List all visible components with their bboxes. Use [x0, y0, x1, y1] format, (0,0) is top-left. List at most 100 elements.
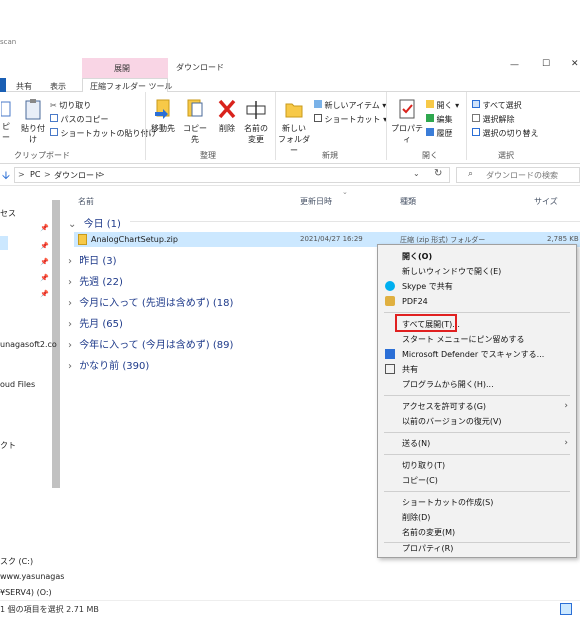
column-header-name[interactable]: 名前: [78, 196, 94, 207]
context-menu: 開く(O) 新しいウィンドウで開く(E) Skype で共有 PDF24 すべて…: [377, 244, 577, 558]
delete-button[interactable]: 削除: [214, 98, 240, 134]
paste-shortcut-button[interactable]: ショートカットの貼り付け: [50, 128, 157, 139]
column-header-size[interactable]: サイズ: [534, 196, 558, 207]
column-header-date[interactable]: 更新日時: [300, 196, 332, 207]
nav-item-cloud-files[interactable]: oud Files: [0, 380, 35, 389]
menu-item-label: 共有: [402, 365, 418, 374]
menu-item-label: スタート メニューにピン留めする: [402, 335, 525, 344]
defender-shield-icon: [385, 349, 395, 359]
rename-button[interactable]: 名前の 変更: [242, 98, 270, 145]
menu-item-open[interactable]: 開く(O): [378, 249, 576, 264]
shortcut-icon: [314, 114, 322, 122]
edit-label: 編集: [436, 115, 453, 124]
copy-path-button[interactable]: パスのコピー: [50, 114, 109, 125]
group-label: 昨日 (3): [79, 256, 117, 267]
menu-item-label: プロパティ(R): [402, 544, 454, 553]
pin-icon[interactable]: 📌: [40, 224, 49, 232]
nav-item-selected-bg[interactable]: [0, 236, 8, 250]
menu-item-skype-share[interactable]: Skype で共有: [378, 279, 576, 294]
nav-item-local-disk-c[interactable]: スク (C:): [0, 556, 33, 567]
invert-selection-icon: [472, 128, 480, 136]
new-folder-label-1: 新しい: [282, 124, 306, 133]
new-item-button[interactable]: 新しいアイテム ▾: [314, 100, 386, 111]
copy-to-button[interactable]: コピー先: [180, 98, 210, 145]
group-label: 今日 (1): [83, 219, 121, 230]
menu-item-cut[interactable]: 切り取り(T): [378, 458, 576, 473]
menu-item-open-with[interactable]: プログラムから開く(H)...: [378, 377, 576, 392]
rename-label-2: 変更: [248, 135, 264, 144]
address-separator-2: >: [44, 170, 51, 179]
nav-item-network-drive-o[interactable]: ¥SERV4) (O:): [0, 588, 52, 597]
nav-item-network-site[interactable]: unagasoft2.co: [0, 340, 57, 349]
menu-item-properties[interactable]: プロパティ(R): [378, 541, 576, 556]
menu-item-label: 以前のバージョンの復元(V): [402, 417, 502, 426]
paste-button[interactable]: 貼り付け: [18, 98, 48, 145]
move-to-button[interactable]: 移動先: [148, 98, 178, 134]
menu-item-restore-versions[interactable]: 以前のバージョンの復元(V): [378, 414, 576, 429]
nav-item-objects[interactable]: クト: [0, 440, 16, 451]
menu-item-share[interactable]: 共有: [378, 362, 576, 377]
ribbon-separator: [386, 92, 387, 160]
menu-item-pdf24[interactable]: PDF24: [378, 294, 576, 309]
menu-item-open-new-window[interactable]: 新しいウィンドウで開く(E): [378, 264, 576, 279]
pin-icon[interactable]: 📌: [40, 274, 49, 282]
group-header-last-month[interactable]: › 先月 (65): [68, 315, 123, 330]
menu-item-pin-to-start[interactable]: スタート メニューにピン留めする: [378, 332, 576, 347]
menu-separator: [384, 395, 570, 396]
menu-item-label: 開く(O): [402, 252, 433, 261]
group-label: 今月に入って (先週は含めず) (18): [79, 298, 234, 309]
open-button[interactable]: 開く ▾: [426, 100, 459, 111]
delete-x-icon: [218, 99, 236, 119]
menu-item-create-shortcut[interactable]: ショートカットの作成(S): [378, 495, 576, 510]
tab-view[interactable]: 表示: [50, 81, 66, 92]
tab-share[interactable]: 共有: [16, 81, 32, 92]
copy-button[interactable]: ピー: [0, 100, 12, 143]
details-view-icon[interactable]: [560, 603, 572, 615]
group-header-long-ago[interactable]: › かなり前 (390): [68, 357, 149, 372]
paste-label: 貼り付け: [21, 124, 45, 144]
nav-item-web-site[interactable]: www.yasunagas: [0, 572, 64, 581]
highlight-box: [395, 314, 457, 332]
up-arrow-icon[interactable]: 🡫: [2, 167, 10, 186]
tab-compressed-folder-tools[interactable]: 圧縮フォルダー ツール: [90, 81, 173, 92]
chevron-right-icon: ›: [68, 319, 72, 330]
tab-file-remnant[interactable]: [0, 78, 6, 92]
pin-icon[interactable]: 📌: [40, 290, 49, 298]
address-folder[interactable]: ダウンロード: [54, 170, 102, 181]
maximize-button[interactable]: ☐: [542, 59, 550, 69]
minimize-button[interactable]: —: [510, 60, 519, 70]
cut-button[interactable]: ✂ 切り取り: [50, 100, 91, 111]
address-pc[interactable]: PC: [30, 170, 40, 179]
nav-item-quick-access[interactable]: セス: [0, 208, 16, 219]
pin-icon[interactable]: 📌: [40, 242, 49, 250]
properties-label: プロパティ: [391, 124, 423, 144]
select-all-button[interactable]: すべて選択: [472, 100, 522, 111]
column-header-type[interactable]: 種類: [400, 196, 416, 207]
menu-item-send-to[interactable]: 送る(N) ›: [378, 436, 576, 451]
shortcut-button[interactable]: ショートカット ▾: [314, 114, 387, 125]
file-name[interactable]: AnalogChartSetup.zip: [91, 235, 178, 244]
refresh-icon[interactable]: ↻: [434, 168, 442, 179]
chevron-down-icon[interactable]: ⌄: [413, 169, 420, 178]
properties-button[interactable]: プロパティ: [390, 98, 424, 145]
new-folder-button[interactable]: 新しい フォルダー: [278, 98, 310, 156]
group-header-this-month[interactable]: › 今月に入って (先週は含めず) (18): [68, 294, 233, 309]
history-button[interactable]: 履歴: [426, 128, 453, 139]
sort-chevron-icon: ⌄: [342, 188, 348, 196]
menu-item-give-access[interactable]: アクセスを許可する(G) ›: [378, 399, 576, 414]
group-header-last-week[interactable]: › 先週 (22): [68, 273, 123, 288]
search-placeholder: ダウンロードの検索: [486, 171, 558, 180]
menu-item-delete[interactable]: 削除(D): [378, 510, 576, 525]
new-group-label: 新規: [322, 151, 338, 160]
group-header-this-year[interactable]: › 今年に入って (今月は含めず) (89): [68, 336, 233, 351]
group-header-today[interactable]: ⌄ 今日 (1): [68, 215, 121, 230]
select-none-button[interactable]: 選択解除: [472, 114, 515, 125]
edit-button[interactable]: 編集: [426, 114, 453, 125]
group-header-yesterday[interactable]: › 昨日 (3): [68, 252, 117, 267]
menu-item-defender-scan[interactable]: Microsoft Defender でスキャンする...: [378, 347, 576, 362]
pin-icon[interactable]: 📌: [40, 258, 49, 266]
close-button[interactable]: ✕: [571, 59, 579, 69]
menu-item-copy[interactable]: コピー(C): [378, 473, 576, 488]
menu-item-rename[interactable]: 名前の変更(M): [378, 525, 576, 540]
invert-selection-button[interactable]: 選択の切り替え: [472, 128, 539, 139]
